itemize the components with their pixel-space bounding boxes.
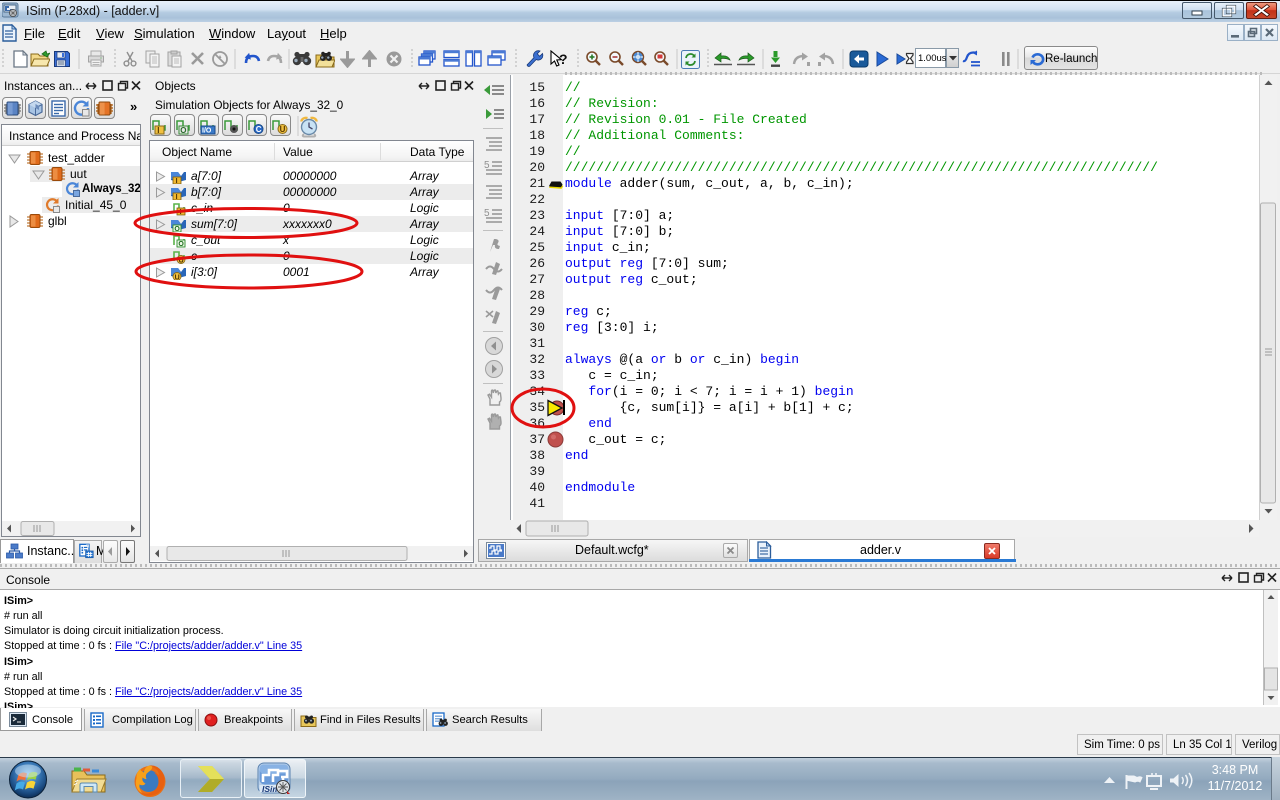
svg-text:U: U <box>179 257 184 264</box>
svg-text:?: ? <box>559 51 568 67</box>
svg-text:C: C <box>256 125 262 134</box>
svg-text:O: O <box>180 126 186 135</box>
svg-text:I: I <box>176 178 178 184</box>
svg-text:O: O <box>178 241 184 248</box>
svg-text:I: I <box>157 126 159 135</box>
svg-text:I: I <box>180 209 182 216</box>
svg-text:I/O: I/O <box>202 128 212 135</box>
svg-text:U: U <box>175 274 180 280</box>
svg-text:U: U <box>280 125 286 134</box>
